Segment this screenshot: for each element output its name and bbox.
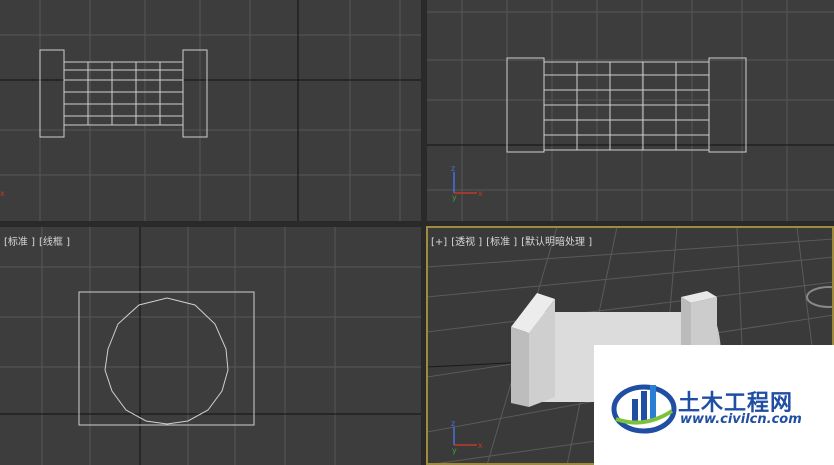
display-mode-menu[interactable]: [默认明暗处理 ]: [521, 237, 592, 248]
view-type-menu[interactable]: [透视 ]: [451, 237, 482, 248]
svg-text:z: z: [451, 164, 455, 173]
viewport-left-canvas: [0, 227, 421, 465]
shading-mode-menu[interactable]: [标准 ]: [4, 237, 35, 248]
svg-text:x: x: [478, 441, 483, 450]
display-mode-menu[interactable]: [线框 ]: [39, 237, 70, 248]
viewport-plus-menu[interactable]: [+]: [431, 237, 447, 248]
shading-mode-menu[interactable]: [标准 ]: [486, 237, 517, 248]
wireframe-spool-front: [506, 57, 747, 153]
viewport-front[interactable]: z y x: [427, 0, 834, 221]
axis-gizmo-front: z y x: [451, 164, 483, 202]
svg-text:y: y: [452, 446, 457, 455]
svg-text:y: y: [452, 193, 457, 202]
viewport-top[interactable]: x: [0, 0, 421, 221]
wireframe-spool-top: [39, 49, 208, 138]
svg-text:z: z: [451, 419, 455, 428]
viewport-front-canvas: z y x: [427, 0, 834, 221]
viewcube-icon: [806, 286, 834, 308]
viewport-perspective-label[interactable]: [+] [透视 ] [标准 ] [默认明暗处理 ]: [431, 233, 596, 248]
wireframe-spool-side: [78, 291, 255, 426]
axis-x-marker: x: [0, 189, 5, 198]
watermark: 土木工程网 www.civilcn.com: [594, 345, 834, 465]
viewport-left[interactable]: [标准 ] [线框 ]: [0, 227, 421, 465]
svg-text:x: x: [478, 189, 483, 198]
watermark-url: www.civilcn.com: [680, 412, 802, 427]
viewport-top-canvas: x: [0, 0, 421, 221]
viewport-left-label[interactable]: [标准 ] [线框 ]: [4, 233, 74, 248]
